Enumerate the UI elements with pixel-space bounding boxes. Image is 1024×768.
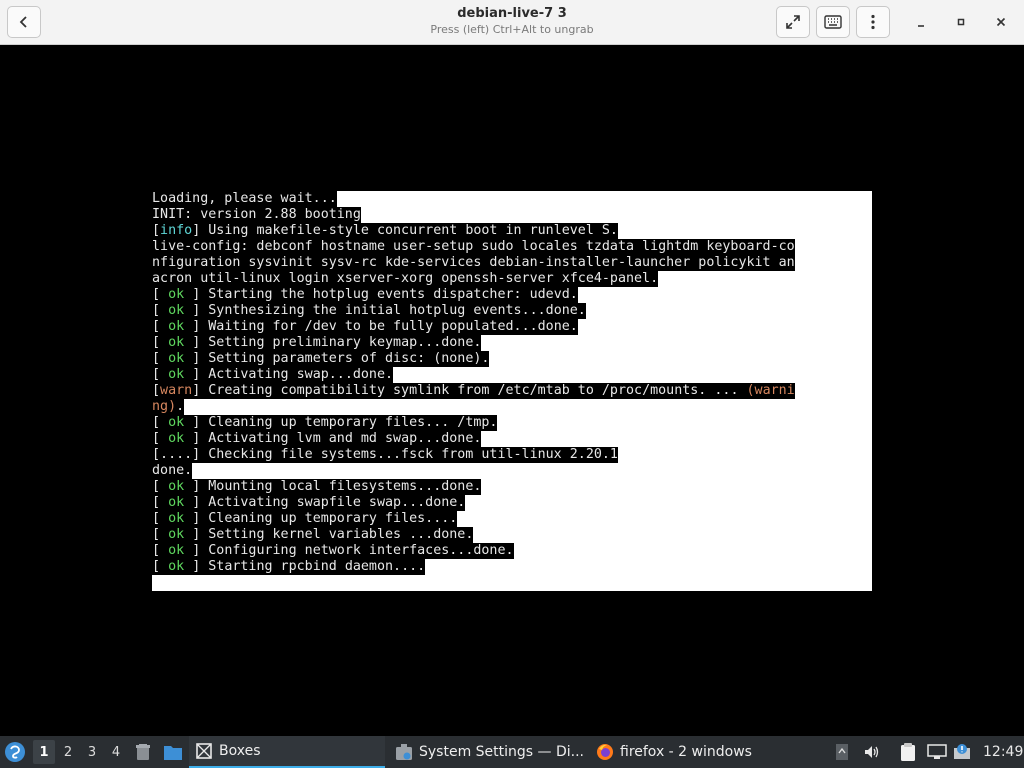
show-desktop-launcher[interactable] [134, 736, 154, 768]
task-label: System Settings — Di... [419, 744, 584, 760]
network-tray[interactable] [927, 736, 947, 768]
console-line: [ ok ] Activating swapfile swap...done. [152, 495, 872, 511]
firefox-icon [596, 743, 614, 761]
console-line: [ ok ] Starting the hotplug events dispa… [152, 287, 872, 303]
console-line: [warn] Creating compatibility symlink fr… [152, 383, 872, 399]
console-line: Loading, please wait... [152, 191, 872, 207]
console-line: done. [152, 463, 872, 479]
maximize-button[interactable] [945, 6, 977, 38]
clipboard-icon [901, 743, 915, 761]
trash-icon [136, 744, 150, 760]
task-label: firefox - 2 windows [620, 744, 752, 760]
task-firefox[interactable]: firefox - 2 windows [590, 736, 810, 768]
volume-icon [865, 746, 879, 758]
console-line: [ ok ] Setting preliminary keymap...done… [152, 335, 872, 351]
menu-button[interactable] [856, 6, 890, 38]
application-launcher[interactable] [4, 736, 28, 768]
volume-tray[interactable] [863, 736, 881, 768]
console-line: [ ok ] Activating lvm and md swap...done… [152, 431, 872, 447]
tray-up-arrow-icon [836, 744, 848, 760]
updates-tray[interactable] [953, 736, 971, 768]
application-launcher-icon [5, 742, 25, 762]
console-line: INIT: version 2.88 booting [152, 207, 872, 223]
fullscreen-icon [786, 15, 800, 29]
vm-console[interactable]: Loading, please wait... INIT: version 2.8… [0, 46, 1024, 736]
clock[interactable]: 12:49 [983, 736, 1023, 768]
minimize-button[interactable] [905, 6, 937, 38]
kebab-menu-icon [871, 14, 875, 30]
close-button[interactable] [985, 6, 1017, 38]
maximize-icon [957, 18, 965, 26]
console-line: [ ok ] Setting kernel variables ...done. [152, 527, 872, 543]
console-line: [ ok ] Cleaning up temporary files.... [152, 511, 872, 527]
console-line: [ ok ] Configuring network interfaces...… [152, 543, 872, 559]
folder-launcher[interactable] [163, 736, 183, 768]
console-line: ng). [152, 399, 872, 415]
close-icon [996, 17, 1006, 27]
console-line: [ ok ] Cleaning up temporary files... /t… [152, 415, 872, 431]
console-line: [....] Checking file systems...fsck from… [152, 447, 872, 463]
console-line: [info] Using makefile-style concurrent b… [152, 223, 872, 239]
console-line: acron util-linux login xserver-xorg open… [152, 271, 872, 287]
updates-icon [954, 744, 970, 759]
virtual-desktop-2[interactable]: 2 [57, 740, 79, 764]
tray-expander[interactable] [835, 736, 851, 768]
virtual-desktop-1[interactable]: 1 [33, 740, 55, 764]
fullscreen-button[interactable] [776, 6, 810, 38]
window-headerbar: debian-live-7 3 Press (left) Ctrl+Alt to… [0, 0, 1024, 45]
boxes-icon [195, 742, 213, 760]
task-label: Boxes [219, 743, 261, 759]
keyboard-button[interactable] [816, 6, 850, 38]
console-line: [ ok ] Synthesizing the initial hotplug … [152, 303, 872, 319]
console-line: nfiguration sysvinit sysv-rc kde-service… [152, 255, 872, 271]
system-settings-icon [395, 743, 413, 761]
console-line: live-config: debconf hostname user-setup… [152, 239, 872, 255]
virtual-desktop-3[interactable]: 3 [81, 740, 103, 764]
console-line: [ ok ] Waiting for /dev to be fully popu… [152, 319, 872, 335]
console-line: [ ok ] Starting rpcbind daemon.... [152, 559, 872, 575]
task-system-settings[interactable]: System Settings — Di... [389, 736, 589, 768]
vm-display[interactable]: Loading, please wait... INIT: version 2.8… [152, 191, 872, 591]
clipboard-tray[interactable] [899, 736, 919, 768]
virtual-desktop-4[interactable]: 4 [105, 740, 127, 764]
task-boxes[interactable]: Boxes [189, 736, 385, 768]
console-line: [ ok ] Activating swap...done. [152, 367, 872, 383]
taskbar: 1234 Boxes System Settings — Di... firefox… [0, 736, 1024, 768]
console-line: [ ok ] Setting parameters of disc: (none… [152, 351, 872, 367]
network-icon [927, 744, 947, 759]
folder-icon [164, 746, 182, 760]
minimize-icon [918, 25, 924, 27]
keyboard-icon [824, 15, 842, 29]
console-line: [ ok ] Mounting local filesystems...done… [152, 479, 872, 495]
